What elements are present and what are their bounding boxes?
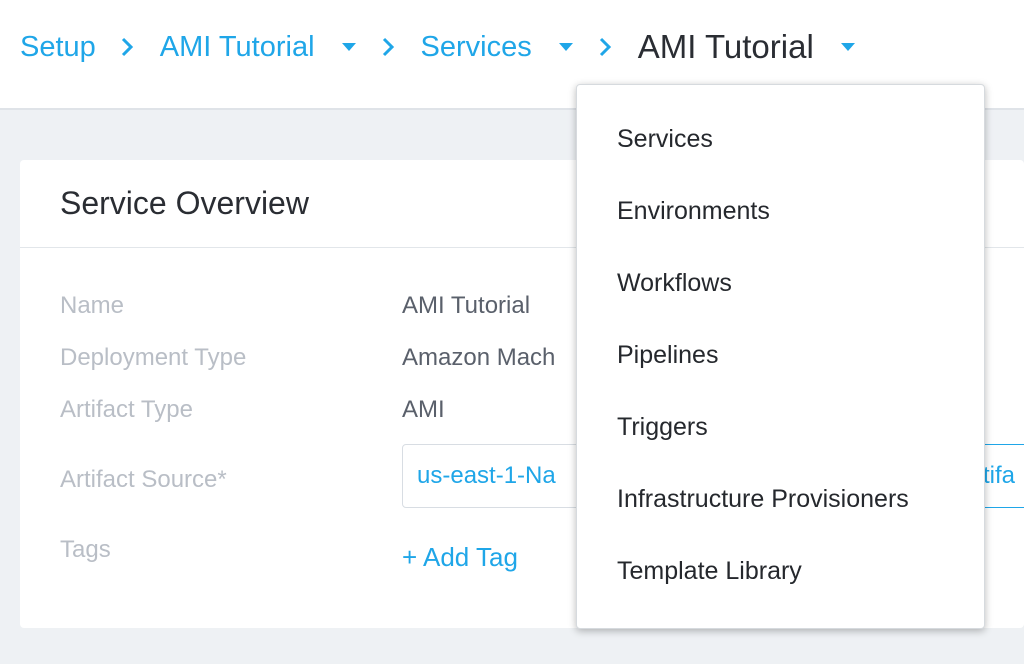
deployment-type-label: Deployment Type	[60, 344, 247, 371]
breadcrumb: Setup AMI Tutorial Services AMI Tutorial	[20, 28, 856, 66]
menu-item-template-library[interactable]: Template Library	[577, 535, 984, 607]
breadcrumb-services-group[interactable]: Services	[421, 31, 574, 64]
add-tag-row: + Add Tag	[402, 542, 518, 573]
name-value: AMI Tutorial	[402, 292, 531, 319]
add-tag-link[interactable]: + Add Tag	[402, 542, 518, 572]
breadcrumb-setup[interactable]: Setup	[20, 31, 96, 64]
name-row: Name AMI Tutorial	[60, 292, 530, 320]
name-label: Name	[60, 292, 125, 319]
menu-item-workflows[interactable]: Workflows	[577, 247, 984, 319]
artifact-source-value[interactable]: us-east-1-Na	[417, 462, 556, 490]
services-dropdown-menu: Services Environments Workflows Pipeline…	[576, 84, 985, 629]
tags-row: Tags	[60, 536, 111, 564]
menu-item-services[interactable]: Services	[577, 103, 984, 175]
breadcrumb-services[interactable]: Services	[421, 31, 532, 64]
artifact-type-row: Artifact Type AMI	[60, 396, 445, 424]
caret-down-icon[interactable]	[558, 42, 574, 52]
artifact-source-label: Artifact Source*	[60, 466, 227, 493]
breadcrumb-app[interactable]: AMI Tutorial	[160, 31, 315, 64]
menu-item-infrastructure-provisioners[interactable]: Infrastructure Provisioners	[577, 463, 984, 535]
artifact-source-row: Artifact Source*	[60, 466, 227, 494]
deployment-type-row: Deployment Type Amazon Mach	[60, 344, 555, 372]
chevron-right-icon	[120, 37, 134, 57]
chevron-right-icon	[598, 37, 612, 57]
artifact-type-label: Artifact Type	[60, 396, 193, 423]
breadcrumb-app-group[interactable]: AMI Tutorial	[160, 31, 357, 64]
breadcrumb-current: AMI Tutorial	[637, 28, 814, 65]
menu-item-triggers[interactable]: Triggers	[577, 391, 984, 463]
card-title: Service Overview	[60, 185, 309, 221]
artifact-type-value: AMI	[402, 396, 445, 423]
deployment-type-value: Amazon Mach	[402, 344, 556, 371]
tags-label: Tags	[60, 536, 111, 563]
caret-down-icon[interactable]	[840, 42, 856, 52]
menu-item-environments[interactable]: Environments	[577, 175, 984, 247]
caret-down-icon[interactable]	[341, 42, 357, 52]
menu-item-pipelines[interactable]: Pipelines	[577, 319, 984, 391]
chevron-right-icon	[381, 37, 395, 57]
breadcrumb-current-group[interactable]: AMI Tutorial	[638, 28, 856, 66]
